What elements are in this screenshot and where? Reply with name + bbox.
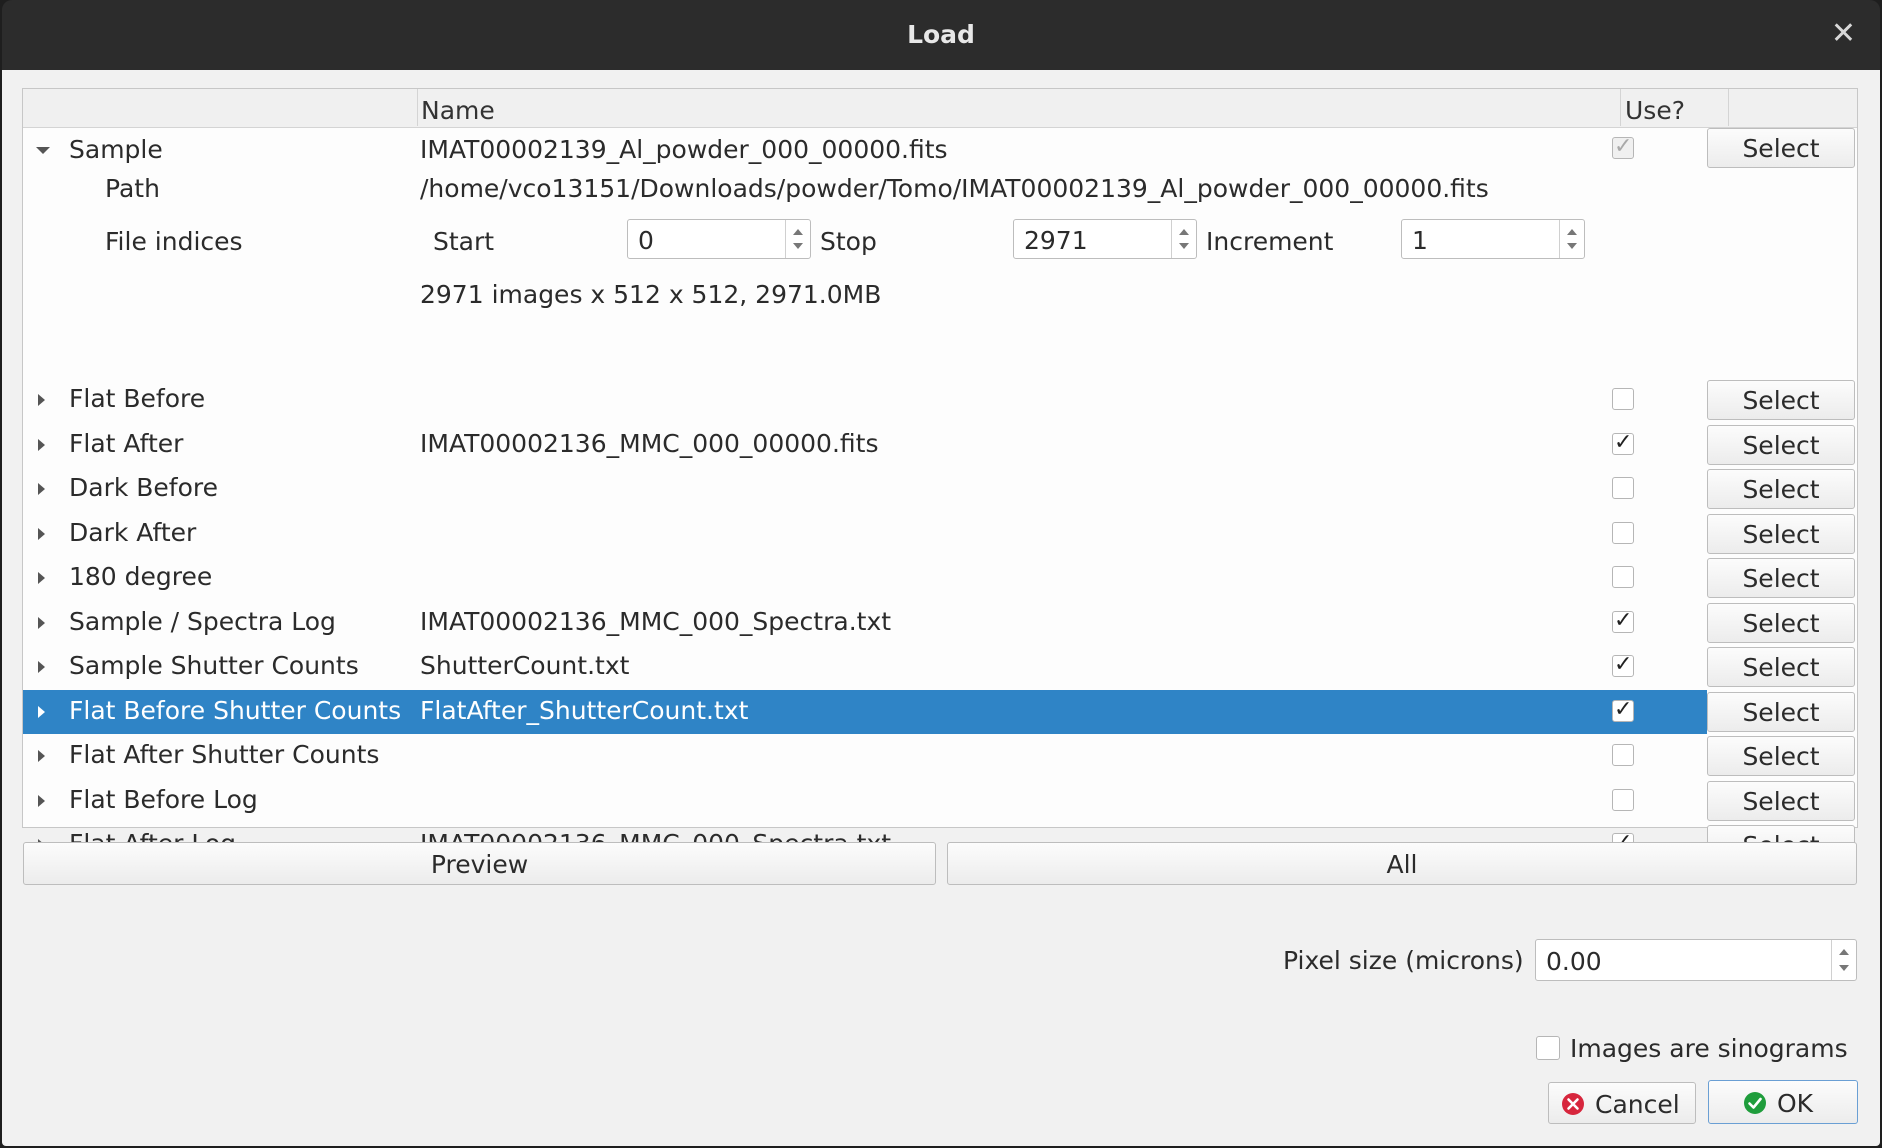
row-label: Flat Before Shutter Counts <box>69 696 402 725</box>
tree-header: Name Use? <box>23 89 1857 128</box>
cancel-label: Cancel <box>1595 1090 1680 1119</box>
start-spinbox[interactable]: 0 <box>627 219 811 259</box>
row-file: IMAT00002136_MMC_000_00000.fits <box>420 429 879 458</box>
sinograms-checkbox[interactable] <box>1536 1036 1560 1060</box>
use-checkbox[interactable] <box>1612 522 1634 544</box>
expand-icon[interactable] <box>38 617 45 629</box>
start-label: Start <box>433 227 495 256</box>
sinograms-label: Images are sinograms <box>1570 1034 1848 1063</box>
header-cell-label[interactable] <box>23 89 418 126</box>
pixel-size-value: 0.00 <box>1546 947 1602 976</box>
stop-spinbox[interactable]: 2971 <box>1013 219 1197 259</box>
select-button[interactable]: Select <box>1707 558 1855 598</box>
title-bar: Load ✕ <box>2 0 1880 70</box>
file-tree[interactable]: Name Use? Sample IMAT00002139_Al_powder_… <box>22 88 1858 865</box>
select-button[interactable]: Select <box>1707 469 1855 509</box>
expand-icon[interactable] <box>38 572 45 584</box>
ok-icon <box>1744 1092 1766 1114</box>
file-indices-label: File indices <box>105 227 243 256</box>
row-label: Flat Before <box>69 384 206 413</box>
row-label: Sample Shutter Counts <box>69 651 359 680</box>
row-label: Flat After <box>69 429 184 458</box>
increment-label: Increment <box>1206 227 1334 256</box>
path-label: Path <box>105 174 160 203</box>
pixel-size-stepper[interactable] <box>1831 940 1856 980</box>
use-checkbox[interactable] <box>1612 652 1634 677</box>
header-use: Use? <box>1625 96 1685 125</box>
row-label: Dark Before <box>69 473 219 502</box>
ok-button[interactable]: OK <box>1708 1080 1858 1124</box>
row-file: FlatAfter_ShutterCount.txt <box>420 696 749 725</box>
close-icon[interactable]: ✕ <box>1831 16 1856 51</box>
use-checkbox[interactable] <box>1612 789 1634 811</box>
select-button[interactable]: Select <box>1707 603 1855 643</box>
select-button[interactable]: Select <box>1707 380 1855 420</box>
expand-icon[interactable] <box>38 706 45 718</box>
use-checkbox[interactable] <box>1612 477 1634 499</box>
preview-button[interactable]: Preview <box>23 842 936 885</box>
increment-value: 1 <box>1412 226 1428 255</box>
use-checkbox[interactable] <box>1612 697 1634 722</box>
ok-label: OK <box>1777 1089 1814 1118</box>
use-checkbox[interactable] <box>1612 430 1634 455</box>
pixel-size-label: Pixel size (microns) <box>1283 946 1524 975</box>
expand-icon[interactable] <box>38 394 45 406</box>
increment-stepper[interactable] <box>1559 220 1584 258</box>
expand-icon[interactable] <box>38 528 45 540</box>
use-checkbox[interactable] <box>1612 388 1634 410</box>
all-button[interactable]: All <box>947 842 1857 885</box>
start-value: 0 <box>638 226 654 255</box>
select-button[interactable]: Select <box>1707 692 1855 732</box>
stop-stepper[interactable] <box>1171 220 1196 258</box>
use-checkbox[interactable] <box>1612 608 1634 633</box>
cancel-icon <box>1562 1093 1584 1115</box>
expand-icon[interactable] <box>38 750 45 762</box>
select-button[interactable]: Select <box>1707 425 1855 465</box>
row-label: Flat Before Log <box>69 785 258 814</box>
window-title: Load <box>907 20 975 49</box>
stop-value: 2971 <box>1024 226 1088 255</box>
expand-icon[interactable] <box>38 439 45 451</box>
row-label: Dark After <box>69 518 197 547</box>
path-value: /home/vco13151/Downloads/powder/Tomo/IMA… <box>420 174 1489 203</box>
collapse-icon[interactable] <box>36 147 50 154</box>
increment-spinbox[interactable]: 1 <box>1401 219 1585 259</box>
select-button[interactable]: Select <box>1707 514 1855 554</box>
header-name: Name <box>421 96 495 125</box>
cancel-button[interactable]: Cancel <box>1548 1082 1696 1124</box>
use-checkbox[interactable] <box>1612 566 1634 588</box>
stop-label: Stop <box>820 227 877 256</box>
start-stepper[interactable] <box>785 220 810 258</box>
sample-use-checkbox <box>1612 134 1634 159</box>
row-file: ShutterCount.txt <box>420 651 630 680</box>
header-cell-use[interactable]: Use? <box>1620 89 1729 126</box>
sample-info: 2971 images x 512 x 512, 2971.0MB <box>420 280 882 309</box>
expand-icon[interactable] <box>38 661 45 673</box>
row-label: Sample / Spectra Log <box>69 607 336 636</box>
sample-select-button[interactable]: Select <box>1707 128 1855 168</box>
row-file: IMAT00002136_MMC_000_Spectra.txt <box>420 607 892 636</box>
use-checkbox[interactable] <box>1612 744 1634 766</box>
row-label: 180 degree <box>69 562 213 591</box>
pixel-size-spinbox[interactable]: 0.00 <box>1535 939 1857 981</box>
row-label: Flat After Shutter Counts <box>69 740 380 769</box>
sample-file: IMAT00002139_Al_powder_000_00000.fits <box>420 135 948 164</box>
select-button[interactable]: Select <box>1707 736 1855 776</box>
header-cell-name[interactable]: Name <box>417 89 1621 126</box>
select-button[interactable]: Select <box>1707 781 1855 821</box>
expand-icon[interactable] <box>38 795 45 807</box>
sample-label: Sample <box>69 135 163 164</box>
select-button[interactable]: Select <box>1707 647 1855 687</box>
expand-icon[interactable] <box>38 483 45 495</box>
